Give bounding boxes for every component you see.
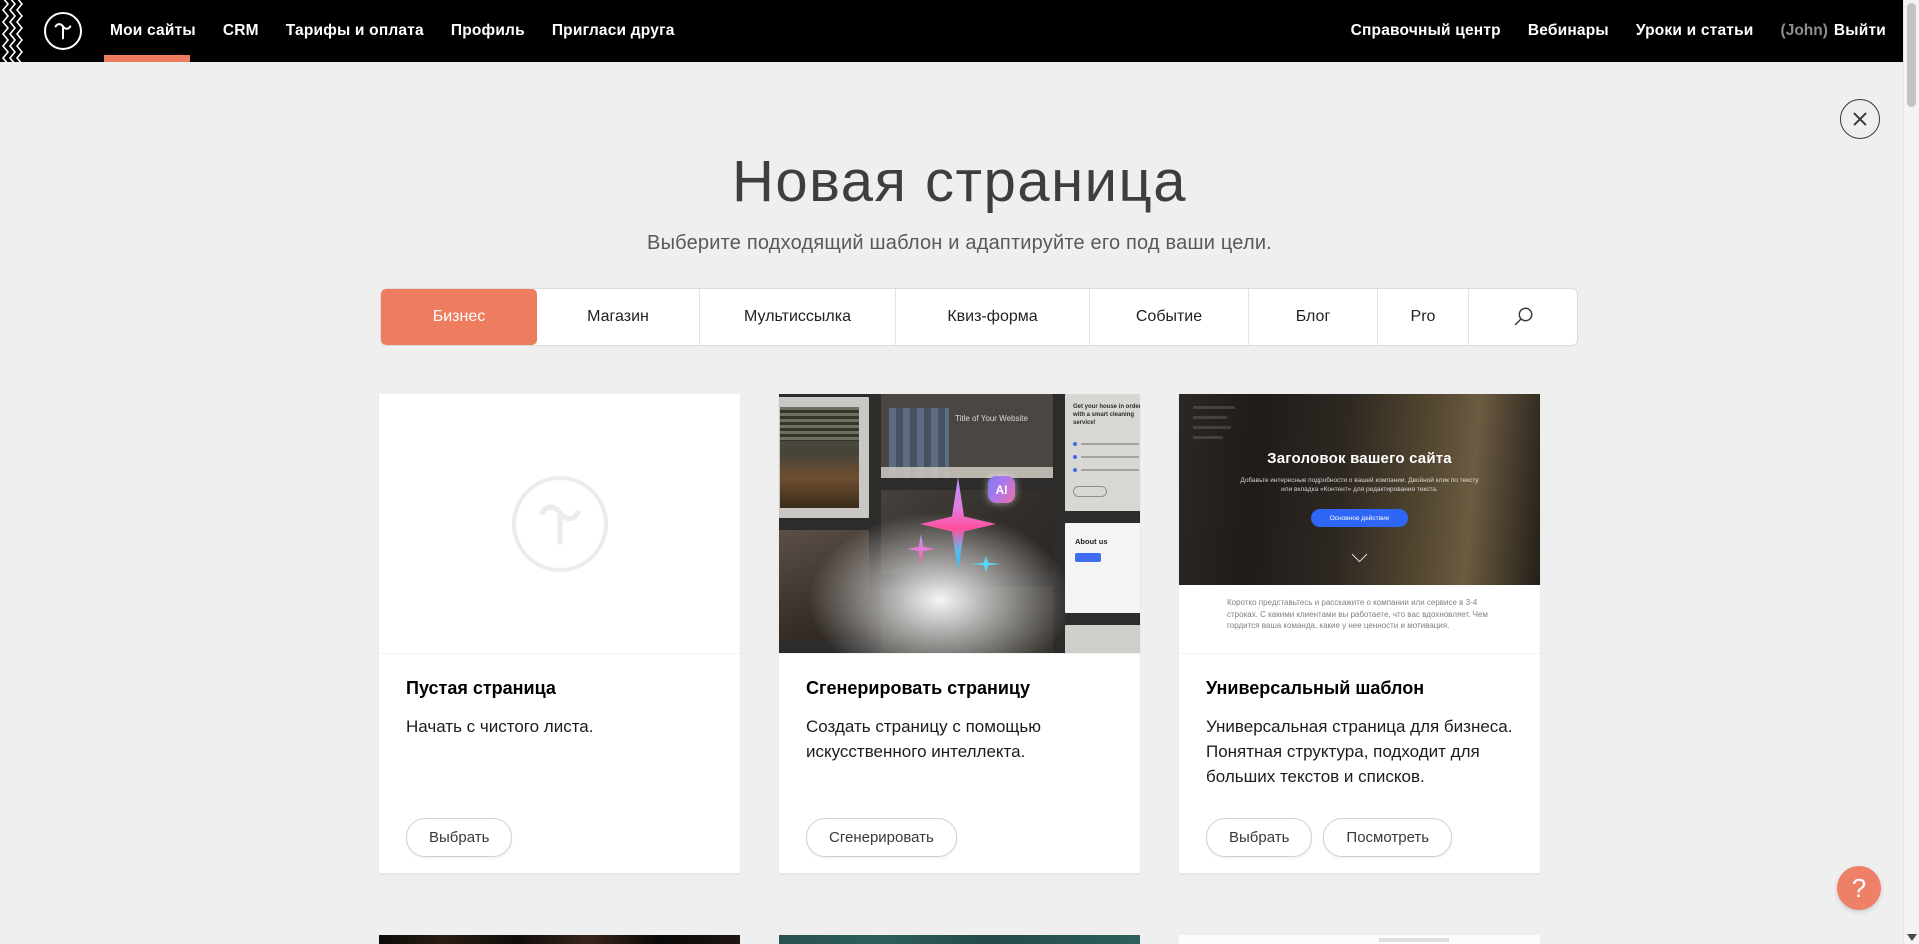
nav-profile[interactable]: Профиль [451,22,525,40]
template-hero: Заголовок вашего сайта Добавьте интересн… [1179,394,1540,585]
tilda-watermark-icon [512,476,608,572]
tab-magazin[interactable]: Магазин [537,289,700,345]
card-generate-page: Title of Your Website Get your house in … [779,394,1140,873]
universal-template-preview[interactable]: Заголовок вашего сайта Добавьте интересн… [1179,394,1540,653]
user-name: (John) [1781,22,1828,40]
page-subtitle: Выберите подходящий шаблон и адаптируйте… [0,232,1919,255]
tab-biznes[interactable]: Бизнес [381,289,537,345]
tab-multissylka[interactable]: Мультиссылка [700,289,896,345]
nav-user-logout[interactable]: (John) Выйти [1781,22,1886,40]
template-body: Коротко представьтесь и расскажите о ком… [1179,585,1540,653]
template-category-tabs: Бизнес Магазин Мультиссылка Квиз-форма С… [380,288,1578,346]
thumb-offer-card: Get your house in order with a smart cle… [1065,394,1140,511]
thumb-website-hero: Title of Your Website [881,394,1053,478]
active-nav-underline [104,55,190,62]
vertical-scrollbar[interactable] [1903,0,1919,944]
card-title: Универсальный шаблон [1206,678,1424,699]
secondary-nav: Справочный центр Вебинары Уроки и статьи… [1351,0,1886,62]
card-info: Пустая страница Начать с чистого листа. … [379,653,740,873]
nav-tariffs[interactable]: Тарифы и оплата [286,22,424,40]
card-actions: Выбрать Посмотреть [1206,818,1452,857]
ai-badge: AI [988,476,1015,503]
nav-my-sites[interactable]: Мои сайты [110,22,196,40]
choose-button[interactable]: Выбрать [406,818,512,857]
help-button[interactable]: ? [1837,866,1881,910]
card-description: Начать с чистого листа. [406,714,706,739]
ai-generate-preview[interactable]: Title of Your Website Get your house in … [779,394,1140,653]
close-button[interactable] [1840,99,1880,139]
card-actions: Сгенерировать [806,818,957,857]
tilda-logo-icon[interactable] [44,12,82,50]
preview-button[interactable]: Посмотреть [1323,818,1452,857]
main-nav: Мои сайты CRM Тарифы и оплата Профиль Пр… [110,0,675,62]
blank-page-preview[interactable] [379,394,740,653]
nav-crm[interactable]: CRM [223,22,259,40]
chevron-down-icon [1352,547,1368,563]
next-row-card-preview[interactable] [379,935,740,944]
page-title: Новая страница [0,148,1919,215]
top-nav-bar: Мои сайты CRM Тарифы и оплата Профиль Пр… [0,0,1919,62]
scrollbar-down-arrow-icon[interactable] [1907,934,1917,941]
card-actions: Выбрать [406,818,512,857]
next-row-card-preview[interactable] [1179,935,1540,944]
card-info: Сгенерировать страницу Создать страницу … [779,653,1140,873]
next-row-card-preview[interactable] [779,935,1140,944]
card-blank-page: Пустая страница Начать с чистого листа. … [379,394,740,873]
zigzag-decoration-icon [0,0,28,62]
card-universal-template: Заголовок вашего сайта Добавьте интересн… [1179,394,1540,873]
thumb-hero-title: Title of Your Website [955,414,1051,424]
nav-help-center[interactable]: Справочный центр [1351,22,1501,40]
card-title: Сгенерировать страницу [806,678,1030,699]
logout-link[interactable]: Выйти [1834,22,1886,40]
scrollbar-thumb[interactable] [1907,3,1916,107]
template-hero-title: Заголовок вашего сайта [1179,450,1540,467]
tab-search[interactable] [1469,289,1577,345]
nav-webinars[interactable]: Вебинары [1528,22,1609,40]
card-description: Универсальная страница для бизнеса. Поня… [1206,714,1528,789]
tab-sobytie[interactable]: Событие [1090,289,1249,345]
search-icon [1512,306,1534,328]
thumb-offer-title: Get your house in order with a smart cle… [1073,403,1140,427]
page: Мои сайты CRM Тарифы и оплата Профиль Пр… [0,0,1919,944]
thumb-offer-button [1073,486,1107,497]
card-info: Универсальный шаблон Универсальная стран… [1179,653,1540,873]
template-hero-button: Основное действие [1311,509,1408,527]
tab-blog[interactable]: Блог [1249,289,1378,345]
choose-button[interactable]: Выбрать [1206,818,1312,857]
nav-invite-friend[interactable]: Пригласи друга [552,22,675,40]
template-about-text: Коротко представьтесь и расскажите о ком… [1227,597,1495,632]
nav-lessons[interactable]: Уроки и статьи [1636,22,1754,40]
template-hero-subtitle: Добавьте интересные подробности о вашей … [1234,476,1485,494]
generate-button[interactable]: Сгенерировать [806,818,957,857]
card-title: Пустая страница [406,678,556,699]
tab-kviz-forma[interactable]: Квиз-форма [896,289,1090,345]
card-description: Создать страницу с помощью искусственног… [806,714,1051,764]
tab-pro[interactable]: Pro [1378,289,1469,345]
